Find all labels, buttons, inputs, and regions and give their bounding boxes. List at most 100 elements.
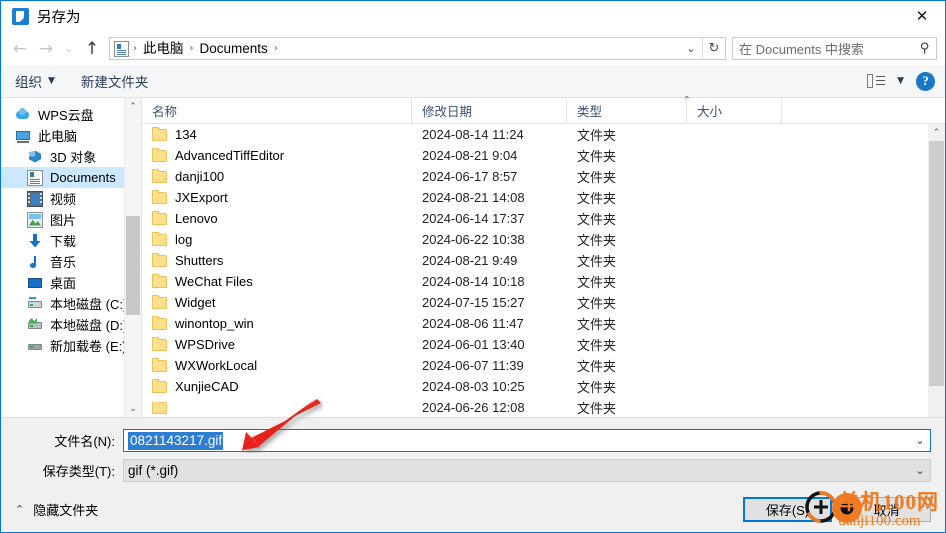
new-folder-button[interactable]: 新建文件夹 [81,71,149,91]
view-options-icon[interactable] [867,74,886,88]
file-type: 文件夹 [577,149,617,164]
sidebar-item-3d-objects[interactable]: 3D 对象 [1,146,141,167]
sidebar-item-label: 3D 对象 [50,150,97,165]
picture-icon [27,211,43,228]
sidebar-item-local-disk-d[interactable]: 本地磁盘 (D:) [1,314,141,335]
file-date: 2024-08-21 9:04 [422,148,518,163]
sidebar-item-label: 新加载卷 (E:) [50,339,127,354]
sidebar-item-downloads[interactable]: 下载 [1,230,141,251]
file-type: 文件夹 [577,254,617,269]
sidebar-item-local-disk-c[interactable]: 本地磁盘 (C:) [1,293,141,314]
column-header-size[interactable]: 大小 [687,98,782,123]
column-header-name[interactable]: 名称 [142,98,412,123]
file-list-scrollbar[interactable]: ⌃ [928,124,945,417]
table-row[interactable]: XunjieCAD 2024-08-03 10:25 文件夹 [142,376,945,397]
refresh-icon[interactable]: ↻ [702,38,725,59]
address-bar[interactable]: › 此电脑 › Documents › ⌄ ↻ [109,37,726,60]
sidebar-item-label: 桌面 [50,276,77,291]
forward-icon[interactable]: → [33,36,59,62]
organize-button[interactable]: 组织 ▼ [15,71,55,91]
file-date: 2024-08-03 10:25 [422,379,525,394]
table-row[interactable]: WeChat Files 2024-08-14 10:18 文件夹 [142,271,945,292]
back-icon[interactable]: ← [7,36,33,62]
hide-folders-button[interactable]: ⌃ 隐藏文件夹 [15,500,98,519]
file-date: 2024-08-14 10:18 [422,274,525,289]
file-type: 文件夹 [577,380,617,395]
save-button[interactable]: 保存(S) [743,497,832,522]
new-folder-label: 新建文件夹 [80,75,149,90]
file-name-cell: log [142,232,412,247]
scroll-down-icon[interactable]: ⌄ [125,400,141,417]
table-row[interactable]: JXExport 2024-08-21 14:08 文件夹 [142,187,945,208]
file-name-cell: WeChat Files [142,274,412,289]
drive-icon [27,317,43,333]
scroll-up-icon[interactable]: ⌃ [125,98,141,115]
file-name: Lenovo [175,211,218,226]
organize-label: 组织 [15,75,42,90]
navigation-pane: WPS云盘 此电脑 3D 对象 Documents 视频 图片 下载 音乐 桌面… [1,98,141,417]
file-name: 134 [175,127,197,142]
table-row[interactable]: Lenovo 2024-06-14 17:37 文件夹 [142,208,945,229]
file-name: AdvancedTiffEditor [175,148,285,163]
sidebar-scrollbar[interactable]: ⌃ ⌄ [124,98,141,417]
file-date: 2024-06-22 10:38 [422,232,525,247]
sidebar-item-documents[interactable]: Documents [1,167,141,188]
scrollbar-thumb[interactable] [929,141,944,386]
filename-input[interactable]: 0821143217.gif ⌄ [123,429,931,452]
file-name-cell: Shutters [142,253,412,268]
table-row[interactable]: winontop_win 2024-08-06 11:47 文件夹 [142,313,945,334]
table-row[interactable]: danji100 2024-06-17 8:57 文件夹 [142,166,945,187]
chevron-down-icon[interactable]: ⌄ [910,464,930,477]
sidebar-item-label: WPS云盘 [38,108,94,123]
filetype-select[interactable]: gif (*.gif) ⌄ [123,459,931,482]
help-icon[interactable]: ? [916,71,935,91]
chevron-down-icon: ▼ [48,76,55,86]
search-input[interactable]: 在 Documents 中搜索 [739,39,920,58]
file-type: 文件夹 [577,338,617,353]
folder-icon [152,379,167,393]
column-label: 修改日期 [422,105,473,119]
scroll-up-icon[interactable]: ⌃ [928,124,945,141]
filename-value[interactable]: 0821143217.gif [128,431,224,450]
sidebar-item-wps-cloud[interactable]: WPS云盘 [1,104,141,125]
sidebar-item-videos[interactable]: 视频 [1,188,141,209]
scrollbar-thumb[interactable] [126,216,140,315]
table-row[interactable]: AdvancedTiffEditor 2024-08-21 9:04 文件夹 [142,145,945,166]
file-name-cell: AdvancedTiffEditor [142,148,412,163]
table-row[interactable]: 134 2024-08-14 11:24 文件夹 [142,124,945,145]
sidebar-item-pictures[interactable]: 图片 [1,209,141,230]
table-row[interactable]: Widget 2024-07-15 15:27 文件夹 [142,292,945,313]
file-date: 2024-08-21 14:08 [422,190,525,205]
drive-icon [27,338,43,354]
sidebar-item-music[interactable]: 音乐 [1,251,141,272]
table-row[interactable]: WXWorkLocal 2024-06-07 11:39 文件夹 [142,355,945,376]
chevron-down-icon[interactable]: ⌄ [680,38,702,59]
folder-icon [152,253,167,267]
table-row[interactable]: Shutters 2024-08-21 9:49 文件夹 [142,250,945,271]
chevron-down-icon[interactable]: ▼ [897,76,904,86]
up-icon[interactable]: ↑ [79,36,105,62]
recent-locations-icon[interactable]: ⌄ [59,36,79,62]
cancel-button[interactable]: 取消 [842,497,931,522]
file-name-cell: 134 [142,127,412,142]
table-row[interactable]: log 2024-06-22 10:38 文件夹 [142,229,945,250]
column-header-date[interactable]: 修改日期 [412,98,567,123]
file-name: danji100 [175,169,225,184]
close-icon[interactable]: ✕ [899,1,945,31]
sidebar-item-desktop[interactable]: 桌面 [1,272,141,293]
sidebar-item-label: 此电脑 [38,129,78,144]
sidebar-item-this-pc[interactable]: 此电脑 [1,125,141,146]
sidebar-item-new-volume-e[interactable]: 新加载卷 (E:) [1,335,141,356]
breadcrumb-documents[interactable]: Documents [196,38,272,59]
filetype-row: 保存类型(T): gif (*.gif) ⌄ [1,459,945,482]
column-header-type[interactable]: 类型 ⌃ [567,95,691,123]
search-box[interactable]: 在 Documents 中搜索 ⚲ [732,37,937,60]
table-row[interactable]: WPSDrive 2024-06-01 13:40 文件夹 [142,334,945,355]
table-row[interactable]: 2024-06-26 12:08 文件夹 [142,397,945,417]
file-type: 文件夹 [577,296,617,311]
breadcrumb-this-pc[interactable]: 此电脑 [139,38,188,59]
file-name: WeChat Files [175,274,253,289]
chevron-down-icon[interactable]: ⌄ [910,434,930,447]
sidebar-item-label: Documents [50,170,116,185]
filetype-value: gif (*.gif) [128,463,179,478]
